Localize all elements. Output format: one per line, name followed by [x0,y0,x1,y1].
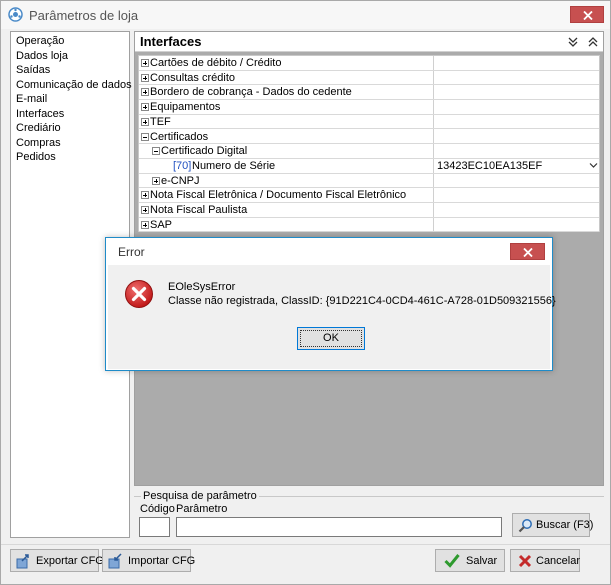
row-label: Nota Fiscal Paulista [150,204,248,216]
row-label: Equipamentos [150,101,221,114]
footer-separator [1,544,610,545]
grid-row[interactable]: Certificado Digital [139,144,599,159]
collapse-icon[interactable] [152,147,160,156]
category-item[interactable]: Crediário [16,122,61,134]
panel-header: Interfaces [135,32,603,52]
row-label: Numero de Série [192,159,276,172]
row-label: Certificados [150,130,209,143]
checkmark-icon [444,554,460,568]
search-button[interactable]: Buscar (F3) [512,513,594,537]
category-item[interactable]: Dados loja [16,50,68,62]
row-label: Consultas crédito [150,71,235,84]
row-label: Nota Fiscal Eletrônica / Documento Fisca… [150,189,407,202]
error-type: EOleSysError [168,281,236,293]
chevron-down-icon[interactable] [589,162,598,169]
expand-icon[interactable] [141,88,149,97]
grid-row[interactable]: Bordero de cobrança - Dados do cedente [139,85,599,101]
cancel-button[interactable]: Cancelar [510,549,580,572]
category-item[interactable]: Operação [16,35,64,47]
category-item[interactable]: Comunicação de dados [16,79,132,91]
row-label: SAP [150,218,173,231]
error-message: Classe não registrada, ClassID: {91D221C… [168,295,556,307]
row-label: TEF [150,115,171,128]
param-label: Parâmetro [176,503,228,515]
grid-row[interactable]: SAP [139,218,599,233]
param-input[interactable] [176,517,502,537]
ok-button-label: OK [300,330,362,347]
category-item[interactable]: E-mail [16,93,47,105]
serial-number-value[interactable]: 13423EC10EA135EF [437,160,542,172]
save-button[interactable]: Salvar [435,549,505,572]
export-icon [16,554,29,569]
grid-row[interactable]: Nota Fiscal Eletrônica / Documento Fisca… [139,188,599,203]
grid-row[interactable]: TEF [139,115,599,130]
grid-row[interactable]: Nota Fiscal Paulista [139,203,599,218]
params-window: Parâmetros de loja Operação Dados loja S… [0,0,611,585]
dialog-title: Error [118,245,145,259]
parameter-grid[interactable]: Cartões de débito / Crédito Consultas cr… [138,55,600,233]
code-label: Código [140,503,175,515]
grid-row-selected[interactable]: [70] Numero de Série 13423EC10EA135EF [139,159,599,174]
close-icon [523,248,533,257]
save-button-label: Salvar [466,555,498,567]
collapse-all-icon[interactable] [587,36,599,48]
category-item[interactable]: Compras [16,137,61,149]
window-close-button[interactable] [570,6,604,23]
export-button-label: Exportar CFG [36,555,104,567]
row-label: Certificado Digital [161,145,248,158]
cancel-button-label: Cancelar [536,555,581,567]
grid-row[interactable]: Equipamentos [139,100,599,115]
parameter-search-group: Pesquisa de parâmetro Código Parâmetro B… [134,490,604,541]
cancel-x-icon [518,554,532,568]
expand-icon[interactable] [141,206,149,214]
export-cfg-button[interactable]: Exportar CFG [10,549,104,572]
magnifier-icon [518,519,532,533]
panel-title: Interfaces [140,34,202,49]
grid-row[interactable]: Cartões de débito / Crédito [139,56,599,71]
category-item[interactable]: Pedidos [16,151,56,163]
title-bar[interactable]: Parâmetros de loja [1,1,610,29]
expand-icon[interactable] [141,73,149,82]
expand-icon[interactable] [141,191,149,200]
category-item[interactable]: Interfaces [16,108,64,120]
expand-all-icon[interactable] [567,36,579,48]
window-title: Parâmetros de loja [29,8,139,23]
grid-row[interactable]: e-CNPJ [139,174,599,189]
grid-row[interactable]: Certificados [139,130,599,145]
expand-icon[interactable] [152,176,160,185]
error-dialog: Error EOleSysError Classe não registrada… [105,237,556,371]
row-label: Bordero de cobrança - Dados do cedente [150,86,352,99]
grid-row[interactable]: Consultas crédito [139,71,599,86]
dialog-body: EOleSysError Classe não registrada, Clas… [108,265,556,369]
import-button-label: Importar CFG [128,555,196,567]
ok-button[interactable]: OK [297,327,365,350]
app-icon [8,7,23,22]
row-label: Cartões de débito / Crédito [150,57,282,69]
expand-icon[interactable] [141,117,149,126]
row-code: [70] [173,159,192,172]
search-button-label: Buscar (F3) [536,519,594,531]
category-item[interactable]: Saídas [16,64,50,76]
error-icon [125,280,153,308]
close-icon [583,11,593,20]
collapse-icon[interactable] [141,132,149,141]
import-cfg-button[interactable]: Importar CFG [102,549,195,572]
import-icon [108,553,122,569]
code-input[interactable] [139,517,170,537]
expand-icon[interactable] [141,59,149,67]
search-legend: Pesquisa de parâmetro [141,490,259,502]
expand-icon[interactable] [141,103,149,112]
dialog-close-button[interactable] [510,243,545,260]
dialog-title-bar[interactable]: Error [106,238,552,264]
expand-icon[interactable] [141,220,149,229]
row-label: e-CNPJ [161,174,200,187]
